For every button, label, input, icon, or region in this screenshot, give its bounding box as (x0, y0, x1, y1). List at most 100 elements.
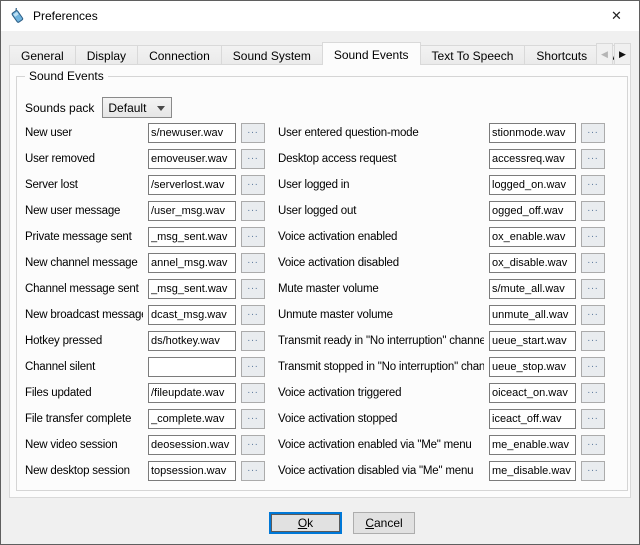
left-column: New user ... User removed ... Server los… (25, 123, 265, 487)
sound-row-file-transfer-complete: File transfer complete ... (25, 409, 265, 429)
title-bar: Preferences ✕ (1, 1, 639, 31)
tab-sound-system[interactable]: Sound System (221, 45, 323, 65)
sound-file-input[interactable] (489, 149, 576, 169)
tab-display[interactable]: Display (75, 45, 138, 65)
browse-button[interactable]: ... (241, 279, 265, 299)
browse-button[interactable]: ... (581, 123, 605, 143)
browse-button[interactable]: ... (581, 461, 605, 481)
browse-button[interactable]: ... (241, 461, 265, 481)
sound-event-label: Voice activation disabled via "Me" menu (278, 465, 484, 477)
sounds-pack-select[interactable]: Default (102, 97, 172, 118)
sound-event-label: Server lost (25, 179, 143, 191)
sound-file-input[interactable] (148, 201, 236, 221)
sound-file-input[interactable] (489, 279, 576, 299)
right-column: User entered question-mode ... Desktop a… (278, 123, 605, 487)
sound-event-label: New user (25, 127, 143, 139)
tab-shortcuts[interactable]: Shortcuts (524, 45, 599, 65)
browse-button[interactable]: ... (581, 435, 605, 455)
browse-button[interactable]: ... (581, 149, 605, 169)
browse-button[interactable]: ... (581, 357, 605, 377)
browse-button[interactable]: ... (241, 383, 265, 403)
sound-event-label: New desktop session (25, 465, 143, 477)
tab-scroll-right-icon[interactable]: ▶ (614, 43, 631, 65)
sound-file-input[interactable] (148, 149, 236, 169)
tab-connection[interactable]: Connection (137, 45, 222, 65)
close-button[interactable]: ✕ (594, 1, 639, 30)
sound-row-server-lost: Server lost ... (25, 175, 265, 195)
sound-file-input[interactable] (489, 305, 576, 325)
sound-file-input[interactable] (148, 253, 236, 273)
sound-file-input[interactable] (148, 123, 236, 143)
browse-button[interactable]: ... (581, 201, 605, 221)
browse-button[interactable]: ... (581, 383, 605, 403)
browse-button[interactable]: ... (581, 227, 605, 247)
sound-file-input[interactable] (489, 227, 576, 247)
tab-label: Shortcuts (536, 49, 587, 63)
sound-event-label: New user message (25, 205, 143, 217)
browse-button[interactable]: ... (241, 175, 265, 195)
browse-button[interactable]: ... (241, 305, 265, 325)
browse-button[interactable]: ... (581, 253, 605, 273)
dropdown-arrow-icon (157, 106, 165, 111)
sound-row-transmit-ready: Transmit ready in "No interruption" chan… (278, 331, 605, 351)
browse-button[interactable]: ... (241, 357, 265, 377)
sound-file-input[interactable] (489, 175, 576, 195)
browse-button[interactable]: ... (581, 175, 605, 195)
sound-file-input[interactable] (489, 409, 576, 429)
ok-button[interactable]: Ok (269, 512, 342, 534)
browse-button[interactable]: ... (241, 123, 265, 143)
sound-row-new-channel-message: New channel message ... (25, 253, 265, 273)
browse-button[interactable]: ... (241, 331, 265, 351)
sound-file-input[interactable] (148, 435, 236, 455)
sound-row-voiceact-disabled-me-menu: Voice activation disabled via "Me" menu … (278, 461, 605, 481)
browse-button[interactable]: ... (241, 435, 265, 455)
browse-button[interactable]: ... (241, 253, 265, 273)
sound-file-input[interactable] (148, 409, 236, 429)
tab-sound-events[interactable]: Sound Events (322, 42, 421, 65)
sound-file-input[interactable] (148, 227, 236, 247)
sound-event-label: Hotkey pressed (25, 335, 143, 347)
groupbox-label: Sound Events (25, 69, 108, 83)
browse-button[interactable]: ... (581, 409, 605, 429)
sound-row-new-video-session: New video session ... (25, 435, 265, 455)
browse-button[interactable]: ... (241, 149, 265, 169)
sound-event-label: Transmit ready in "No interruption" chan… (278, 335, 484, 347)
sound-file-input[interactable] (148, 175, 236, 195)
sound-file-input[interactable] (489, 123, 576, 143)
sound-row-hotkey-pressed: Hotkey pressed ... (25, 331, 265, 351)
sound-row-voiceact-disabled: Voice activation disabled ... (278, 253, 605, 273)
browse-button[interactable]: ... (241, 227, 265, 247)
preferences-dialog: Preferences ✕ General Display Connection… (0, 0, 640, 545)
sound-file-input[interactable] (489, 201, 576, 221)
sound-file-input[interactable] (148, 461, 236, 481)
sound-file-input[interactable] (148, 279, 236, 299)
tab-general[interactable]: General (9, 45, 76, 65)
sound-file-input[interactable] (489, 383, 576, 403)
cancel-accel: C (365, 516, 374, 530)
sound-file-input[interactable] (148, 305, 236, 325)
sound-file-input[interactable] (489, 461, 576, 481)
sound-file-input[interactable] (148, 331, 236, 351)
sound-file-input[interactable] (489, 253, 576, 273)
tab-label: Connection (149, 49, 210, 63)
tab-text-to-speech[interactable]: Text To Speech (420, 45, 526, 65)
sound-event-label: Unmute master volume (278, 309, 484, 321)
sound-file-input[interactable] (148, 357, 236, 377)
sound-event-label: Transmit stopped in "No interruption" ch… (278, 361, 484, 373)
sound-file-input[interactable] (489, 435, 576, 455)
browse-button[interactable]: ... (581, 305, 605, 325)
cancel-button[interactable]: Cancel (353, 512, 415, 534)
sound-file-input[interactable] (489, 357, 576, 377)
sound-event-label: Private message sent (25, 231, 143, 243)
sound-event-label: Voice activation disabled (278, 257, 484, 269)
sound-file-input[interactable] (489, 331, 576, 351)
browse-button[interactable]: ... (581, 279, 605, 299)
sound-file-input[interactable] (148, 383, 236, 403)
tab-scroll-left-icon[interactable]: ◀ (596, 43, 613, 65)
browse-button[interactable]: ... (241, 201, 265, 221)
browse-button[interactable]: ... (241, 409, 265, 429)
sound-events-groupbox: Sound Events Sounds pack Default New use… (16, 76, 628, 491)
tab-label: Sound System (233, 49, 311, 63)
browse-button[interactable]: ... (581, 331, 605, 351)
sound-row-user-logged-out: User logged out ... (278, 201, 605, 221)
